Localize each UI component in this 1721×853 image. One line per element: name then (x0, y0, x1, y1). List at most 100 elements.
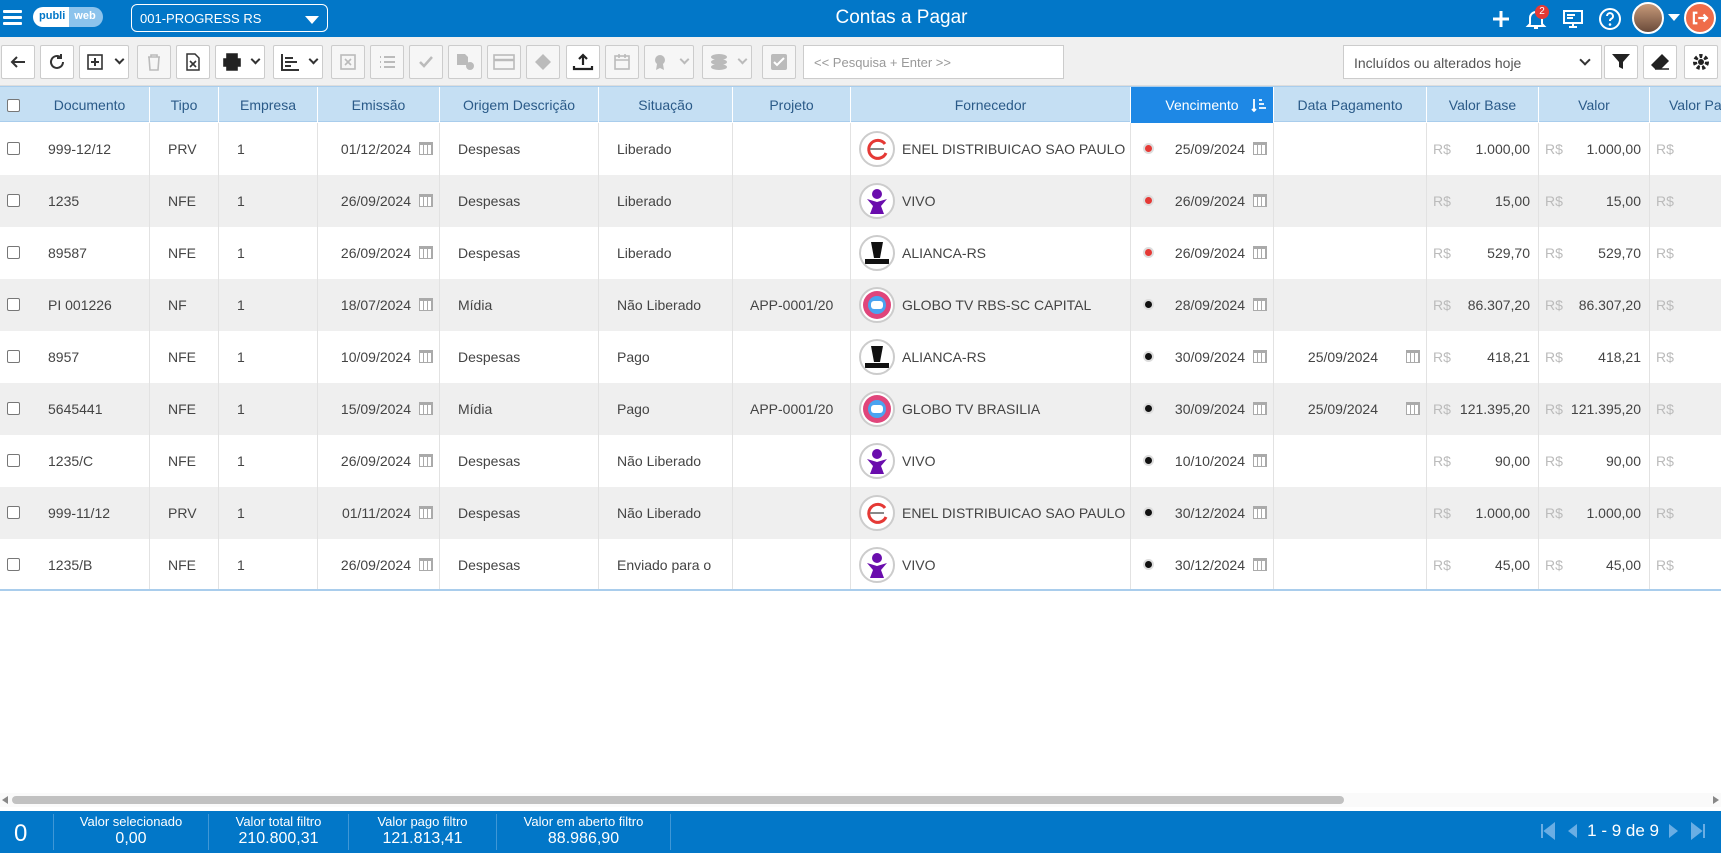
coins-button[interactable] (702, 45, 752, 79)
row-checkbox[interactable] (7, 558, 20, 571)
sort-ascending-icon[interactable] (1251, 97, 1267, 113)
refresh-button[interactable] (40, 45, 74, 79)
scroll-right-icon[interactable] (1713, 796, 1719, 804)
column-header-fornecedor[interactable]: Fornecedor (851, 87, 1131, 123)
column-header-valor[interactable]: Valor (1539, 87, 1650, 123)
calendar-icon[interactable] (419, 558, 433, 571)
calendar-icon[interactable] (1253, 402, 1267, 415)
scrollbar-thumb[interactable] (12, 796, 1344, 804)
previous-page-icon[interactable] (1563, 822, 1581, 840)
search-input[interactable]: << Pesquisa + Enter >> (803, 45, 1064, 79)
table-row[interactable]: 5645441 NFE 1 15/09/2024 Mídia Pago APP-0001/2… (0, 383, 1721, 435)
user-avatar[interactable] (1632, 2, 1664, 34)
calendar-icon[interactable] (1253, 246, 1267, 259)
row-checkbox[interactable] (7, 194, 20, 207)
upload-button[interactable] (566, 45, 600, 79)
calendar-icon[interactable] (419, 454, 433, 467)
delete-button[interactable] (137, 45, 171, 79)
print-button[interactable] (215, 45, 265, 79)
summary-total-value: 210.800,31 (238, 830, 319, 847)
app-logo[interactable]: publi web (33, 7, 103, 27)
row-checkbox[interactable] (7, 142, 20, 155)
column-header-empresa[interactable]: Empresa (219, 87, 318, 123)
chevron-down-icon[interactable] (679, 54, 690, 65)
calendar-icon[interactable] (1253, 298, 1267, 311)
table-row[interactable]: 89587 NFE 1 26/09/2024 Despesas Liberado ALIAN… (0, 227, 1721, 279)
avatar-caret-icon[interactable] (1668, 14, 1680, 21)
row-checkbox[interactable] (7, 350, 20, 363)
calendar-icon[interactable] (419, 350, 433, 363)
calendar-icon[interactable] (1253, 558, 1267, 571)
table-row[interactable]: 1235 NFE 1 26/09/2024 Despesas Liberado VIVO 26… (0, 175, 1721, 227)
add-icon[interactable] (1489, 7, 1513, 31)
column-header-origem[interactable]: Origem Descrição (440, 87, 599, 123)
row-checkbox[interactable] (7, 246, 20, 259)
hamburger-menu-icon[interactable] (2, 7, 24, 29)
export-excel-button[interactable] (176, 45, 210, 79)
row-checkbox[interactable] (7, 506, 20, 519)
column-header-documento[interactable]: Documento (30, 87, 150, 123)
cancel-button[interactable] (331, 45, 365, 79)
add-record-button[interactable] (79, 45, 129, 79)
table-row[interactable]: 1235/C NFE 1 26/09/2024 Despesas Não Liberado… (0, 435, 1721, 487)
approve-button[interactable] (409, 45, 443, 79)
table-row[interactable]: 999-12/12 PRV 1 01/12/2024 Despesas Liberado E… (0, 123, 1721, 175)
award-button[interactable] (644, 45, 694, 79)
calendar-icon[interactable] (419, 402, 433, 415)
column-header-projeto[interactable]: Projeto (733, 87, 851, 123)
calendar-icon[interactable] (419, 194, 433, 207)
list-button[interactable] (370, 45, 404, 79)
column-header-valor-pago[interactable]: Valor Pa (1650, 87, 1721, 123)
filter-select[interactable]: Incluídos ou alterados hoje (1343, 45, 1602, 79)
calendar-icon[interactable] (419, 142, 433, 155)
confirm-button[interactable] (762, 45, 796, 79)
table-row[interactable]: 999-11/12 PRV 1 01/11/2024 Despesas Não Liber… (0, 487, 1721, 539)
calendar-icon[interactable] (419, 246, 433, 259)
table-row[interactable]: 8957 NFE 1 10/09/2024 Despesas Pago ALIANCA-RS… (0, 331, 1721, 383)
calendar-icon[interactable] (419, 506, 433, 519)
calendar-icon[interactable] (1253, 506, 1267, 519)
help-icon[interactable] (1598, 7, 1622, 31)
monitor-icon[interactable] (1561, 7, 1585, 31)
clear-filter-button[interactable] (1643, 45, 1677, 79)
back-button[interactable] (1, 45, 35, 79)
scroll-left-icon[interactable] (2, 796, 8, 804)
document-settings-button[interactable] (448, 45, 482, 79)
column-header-emissao[interactable]: Emissão (318, 87, 440, 123)
column-header-valor-base[interactable]: Valor Base (1427, 87, 1539, 123)
filter-button[interactable] (1604, 45, 1638, 79)
column-header-tipo[interactable]: Tipo (150, 87, 219, 123)
calendar-button[interactable] (605, 45, 639, 79)
payment-button[interactable] (487, 45, 521, 79)
select-all-checkbox[interactable] (7, 99, 20, 112)
company-select[interactable]: 001-PROGRESS RS (131, 4, 328, 32)
diamond-button[interactable] (526, 45, 560, 79)
first-page-icon[interactable] (1539, 822, 1557, 840)
cell-emissao-value: 26/09/2024 (340, 557, 411, 573)
column-header-situacao[interactable]: Situação (599, 87, 733, 123)
calendar-icon[interactable] (1253, 454, 1267, 467)
row-checkbox[interactable] (7, 298, 20, 311)
table-row[interactable]: 1235/B NFE 1 26/09/2024 Despesas Enviado para… (0, 539, 1721, 589)
chevron-down-icon[interactable] (737, 54, 748, 65)
table-row[interactable]: PI 001226 NF 1 18/07/2024 Mídia Não Liberado A… (0, 279, 1721, 331)
chevron-down-icon[interactable] (114, 54, 125, 65)
settings-button[interactable] (1684, 45, 1718, 79)
calendar-icon[interactable] (1406, 350, 1420, 363)
horizontal-scrollbar[interactable] (0, 793, 1721, 807)
reports-button[interactable] (273, 45, 323, 79)
logout-icon[interactable] (1684, 2, 1716, 34)
next-page-icon[interactable] (1665, 822, 1683, 840)
calendar-icon[interactable] (1253, 142, 1267, 155)
calendar-icon[interactable] (1406, 402, 1420, 415)
last-page-icon[interactable] (1689, 822, 1707, 840)
column-header-data-pagamento[interactable]: Data Pagamento (1274, 87, 1427, 123)
row-checkbox[interactable] (7, 454, 20, 467)
column-header-vencimento[interactable]: Vencimento (1131, 87, 1274, 123)
calendar-icon[interactable] (1253, 350, 1267, 363)
calendar-icon[interactable] (419, 298, 433, 311)
chevron-down-icon[interactable] (308, 54, 319, 65)
calendar-icon[interactable] (1253, 194, 1267, 207)
row-checkbox[interactable] (7, 402, 20, 415)
chevron-down-icon[interactable] (250, 54, 261, 65)
